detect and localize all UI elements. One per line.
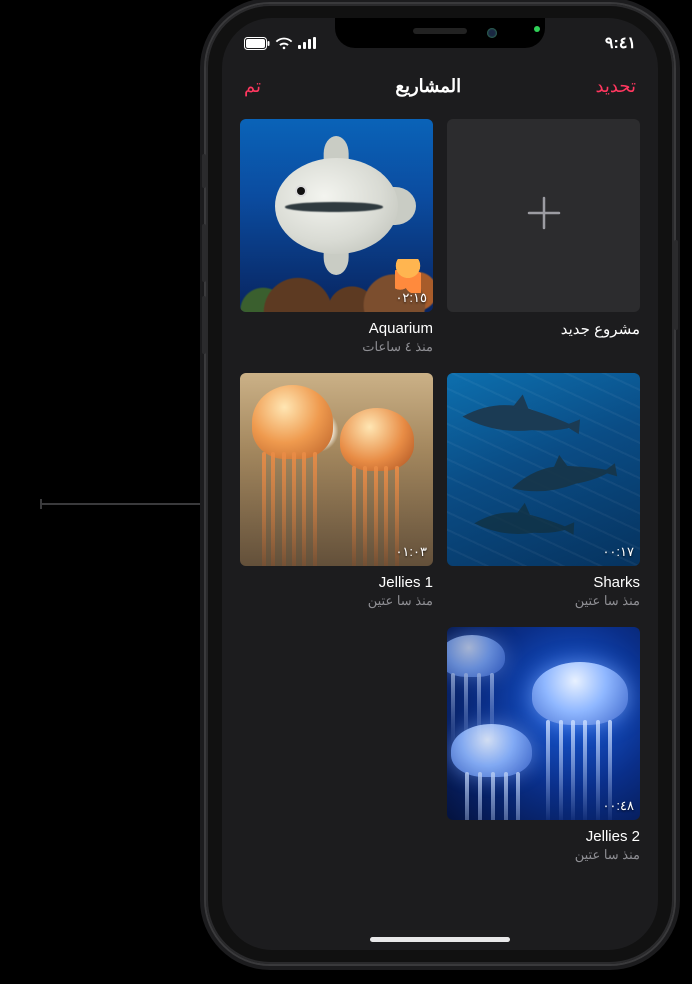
project-aquarium: ٠٢:١٥ Aquarium منذ ٤ ساعات: [240, 119, 433, 355]
duration-label: ٠٢:١٥: [395, 290, 427, 306]
project-title: Jellies 2: [447, 828, 640, 845]
speaker-grille: [413, 28, 467, 34]
project-thumbnail[interactable]: ٠٠:١٧: [447, 373, 640, 566]
phone-frame: ٩:٤١ تحديد المشاريع تم مشروع جد: [206, 4, 674, 964]
select-button[interactable]: تحديد: [595, 76, 636, 97]
project-subtitle: منذ سا عتين: [447, 593, 640, 609]
mute-switch: [202, 154, 206, 188]
battery-icon: [244, 37, 270, 50]
volume-down-button: [202, 296, 206, 354]
new-project-cell: مشروع جديد: [447, 119, 640, 355]
home-indicator[interactable]: [370, 937, 510, 942]
status-left: [244, 37, 316, 50]
plus-icon: [523, 192, 565, 239]
navigation-bar: تحديد المشاريع تم: [222, 62, 658, 109]
duration-label: ٠٠:١٧: [602, 544, 634, 560]
done-button[interactable]: تم: [244, 76, 261, 97]
duration-label: ٠١:٠٣: [395, 544, 427, 560]
project-thumbnail[interactable]: ٠١:٠٣: [240, 373, 433, 566]
privacy-indicator-dot: [534, 26, 540, 32]
status-right: ٩:٤١: [605, 33, 636, 53]
new-project-label: مشروع جديد: [447, 320, 640, 338]
project-jellies-2: ٠٠:٤٨ Jellies 2 منذ سا عتين: [447, 627, 640, 863]
project-subtitle: منذ سا عتين: [447, 847, 640, 863]
notch: [335, 18, 545, 48]
project-jellies-1: ٠١:٠٣ Jellies 1 منذ سا عتين: [240, 373, 433, 609]
cellular-bars-icon: [298, 37, 316, 49]
duration-label: ٠٠:٤٨: [602, 798, 634, 814]
page-title: المشاريع: [395, 76, 461, 97]
project-subtitle: منذ سا عتين: [240, 593, 433, 609]
new-project-button[interactable]: [447, 119, 640, 312]
front-camera: [487, 28, 497, 38]
project-title: Jellies 1: [240, 574, 433, 591]
stage: ٩:٤١ تحديد المشاريع تم مشروع جد: [0, 0, 692, 984]
thumbnail-image: [447, 627, 640, 820]
volume-up-button: [202, 224, 206, 282]
thumbnail-image: [240, 119, 433, 312]
power-button: [674, 240, 678, 330]
projects-grid: مشروع جديد ٠٢:١٥ Aquarium منذ ٤ ساعات: [222, 109, 658, 863]
thumbnail-image: [240, 373, 433, 566]
screen: ٩:٤١ تحديد المشاريع تم مشروع جد: [222, 18, 658, 950]
project-title: Sharks: [447, 574, 640, 591]
wifi-icon: [275, 37, 293, 50]
thumbnail-image: [447, 373, 640, 566]
project-title: Aquarium: [240, 320, 433, 337]
project-thumbnail[interactable]: ٠٢:١٥: [240, 119, 433, 312]
project-sharks: ٠٠:١٧ Sharks منذ سا عتين: [447, 373, 640, 609]
project-thumbnail[interactable]: ٠٠:٤٨: [447, 627, 640, 820]
project-subtitle: منذ ٤ ساعات: [240, 339, 433, 355]
status-time: ٩:٤١: [605, 33, 636, 53]
